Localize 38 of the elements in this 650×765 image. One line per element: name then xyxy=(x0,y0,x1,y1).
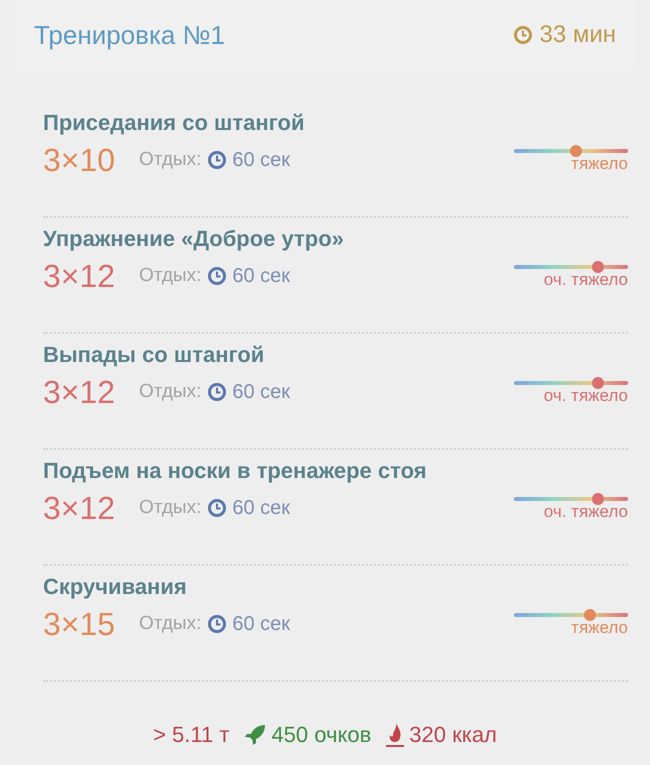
exercise-name: Скручивания xyxy=(43,573,188,601)
rest-time: 60 сек xyxy=(232,496,290,521)
difficulty-label: оч. тяжело xyxy=(544,270,628,290)
rest-time: 60 сек xyxy=(232,148,290,173)
rest-time: 60 сек xyxy=(232,380,290,405)
rest-label: Отдых: xyxy=(139,148,202,172)
clock-icon xyxy=(207,382,228,402)
points-total: 450 очков xyxy=(271,721,372,749)
rest-time: 60 сек xyxy=(232,264,290,289)
calories-total: 320 ккал xyxy=(409,721,497,749)
rest-time: 60 сек xyxy=(232,612,290,637)
exercise-name: Приседания со штангой xyxy=(43,109,306,137)
clock-icon xyxy=(513,25,534,45)
rest-label: Отдых: xyxy=(139,380,202,404)
exercise-name: Подъем на носки в тренажере стоя xyxy=(43,457,428,485)
rest-label: Отдых: xyxy=(139,496,202,520)
sets-reps: 3×12 xyxy=(43,489,116,528)
rest-label: Отдых: xyxy=(139,612,202,636)
clock-icon xyxy=(207,150,228,170)
duration-text: 33 мин xyxy=(539,20,616,50)
sets-reps: 3×12 xyxy=(43,373,116,412)
clock-icon xyxy=(207,614,228,634)
workout-title: Тренировка №1 xyxy=(34,18,225,52)
difficulty-label: оч. тяжело xyxy=(544,386,628,406)
difficulty-label: тяжело xyxy=(571,618,628,638)
exercise-name: Упражнение «Доброе утро» xyxy=(43,225,345,253)
sets-reps: 3×10 xyxy=(43,141,116,180)
difficulty-label: тяжело xyxy=(571,154,628,174)
clock-icon xyxy=(207,498,228,518)
weight-total: > 5.11 т xyxy=(153,721,230,749)
exercise-name: Выпады со штангой xyxy=(43,341,266,369)
sets-reps: 3×12 xyxy=(43,257,116,296)
clock-icon xyxy=(207,266,228,286)
rest-label: Отдых: xyxy=(139,264,202,288)
sets-reps: 3×15 xyxy=(43,605,116,644)
rocket-icon xyxy=(243,722,268,746)
difficulty-label: оч. тяжело xyxy=(544,502,628,522)
flame-icon xyxy=(385,722,406,748)
